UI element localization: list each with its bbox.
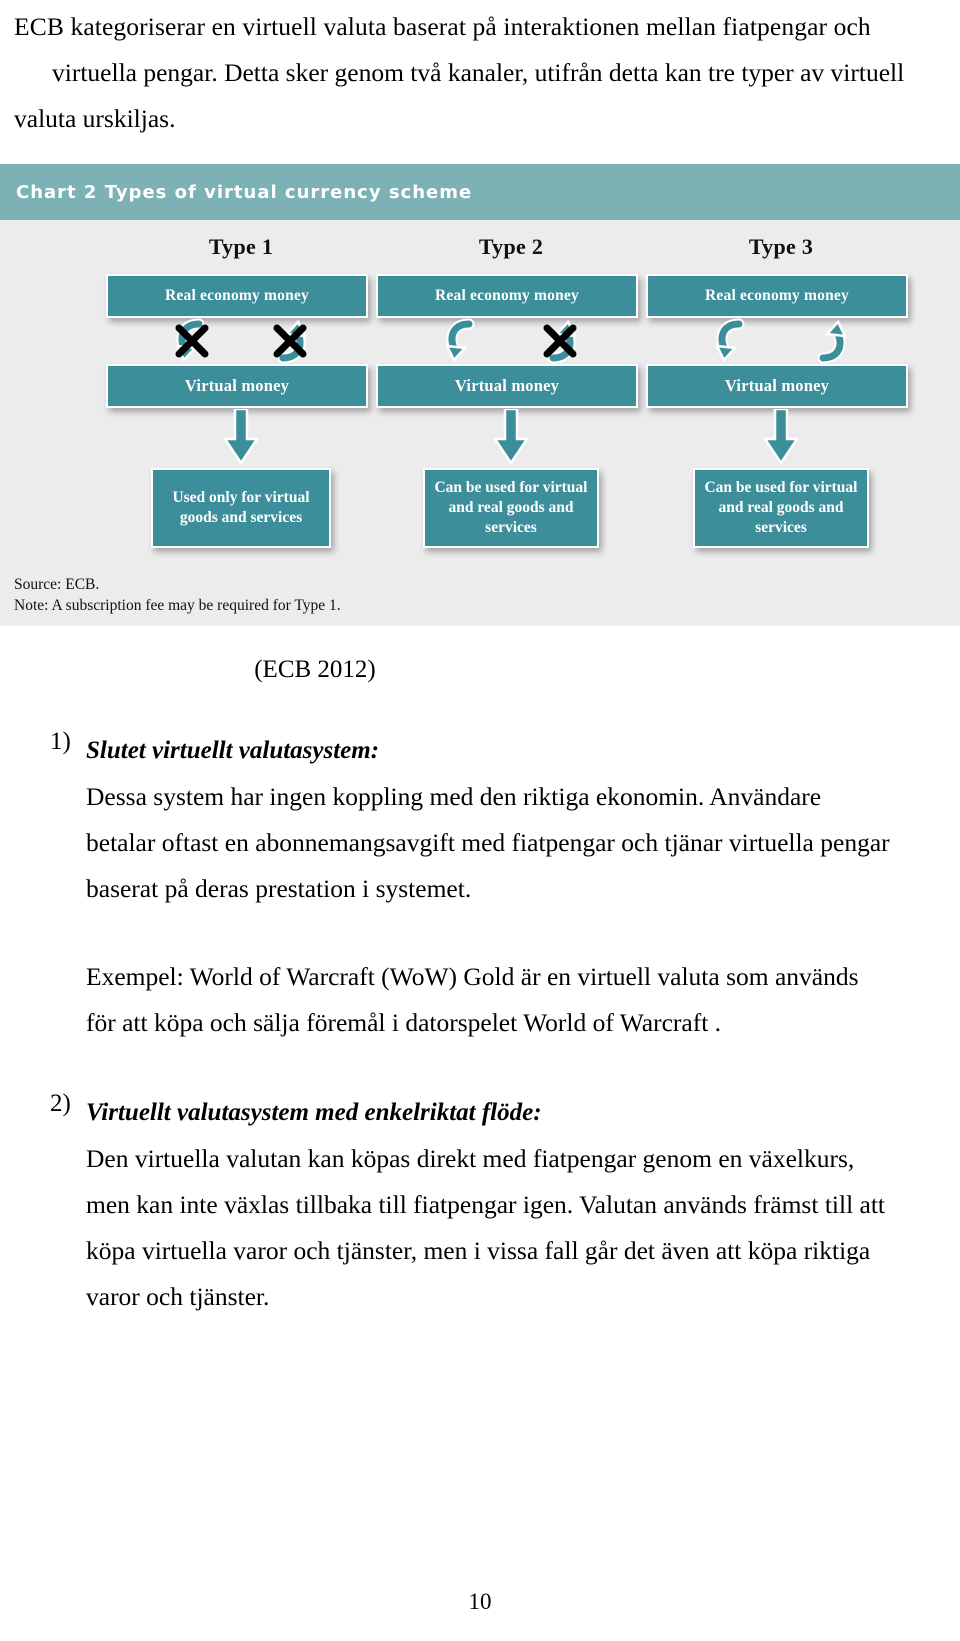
chart-body: Type 1 Real economy money Virtual money … (0, 220, 960, 566)
real-economy-money-box-1: Real economy money (106, 274, 368, 318)
curved-arrow-up-icon (807, 318, 853, 364)
intro-line-3: valuta urskiljas. (14, 104, 176, 133)
real-economy-money-box-2: Real economy money (376, 274, 638, 318)
section-2-paragraph-1: Den virtuella valutan kan köpas direkt m… (50, 1136, 942, 1320)
virtual-money-box-3: Virtual money (646, 364, 908, 408)
section-2-title: Virtuellt valutasystem med enkelriktat f… (86, 1099, 542, 1126)
curved-arrow-down-icon (709, 318, 755, 364)
section-2-p1-line-1: Den virtuella valutan kan köpas direkt m… (86, 1144, 855, 1173)
section-2-p1-line-2: men kan inte växlas tillbaka till fiatpe… (86, 1190, 886, 1219)
real-economy-money-box-3: Real economy money (646, 274, 908, 318)
type-label-3: Type 3 (748, 234, 814, 259)
curved-arrow-down-icon (439, 318, 485, 364)
intro-line-1: ECB kategoriserar en virtuell valuta bas… (14, 12, 871, 41)
virtual-money-box-2: Virtual money (376, 364, 638, 408)
curved-arrow-up-icon (537, 318, 583, 364)
down-arrow-1 (106, 408, 376, 468)
chart-notes: Source: ECB. Note: A subscription fee ma… (0, 566, 960, 626)
section-1-p1-line-1: Dessa system har ingen koppling med den … (86, 782, 822, 811)
section-1: 1) Slutet virtuellt valutasystem: Dessa … (0, 728, 960, 1046)
chart-header: Chart 2 Types of virtual currency scheme (0, 164, 960, 220)
section-2-p1-line-3: köpa virtuella varor och tjänster, men i… (86, 1236, 871, 1265)
down-arrow-2 (376, 408, 646, 468)
citation: (ECB 2012) (254, 656, 376, 683)
type-label-2: Type 2 (478, 234, 544, 259)
arrow-row-3 (646, 318, 916, 364)
curved-arrow-up-icon (267, 318, 313, 364)
page-number: 10 (468, 1589, 492, 1614)
chart-columns: Type 1 Real economy money Virtual money … (0, 234, 960, 548)
section-1-paragraph-1: Dessa system har ingen koppling med den … (50, 774, 942, 912)
section-1-p1-line-2: betalar oftast en abonnemangsavgift med … (86, 828, 890, 857)
arrow-row-1 (106, 318, 376, 364)
chart-column-type-3: Type 3 Real economy money Virtual money … (646, 234, 916, 548)
chart-figure: Chart 2 Types of virtual currency scheme… (0, 164, 960, 626)
down-arrow-3 (646, 408, 916, 468)
section-1-p2-line-1: Exempel: World of Warcraft (WoW) Gold är… (86, 962, 859, 991)
section-1-marker: 1) (50, 728, 71, 755)
section-2-p1-line-4: varor och tjänster. (86, 1282, 270, 1311)
curved-arrow-down-icon (169, 318, 215, 364)
chart-note-line: Note: A subscription fee may be required… (14, 597, 341, 614)
arrow-row-2 (376, 318, 646, 364)
section-2-marker: 2) (50, 1090, 71, 1117)
type-label-1: Type 1 (208, 234, 274, 259)
chart-source-line: Source: ECB. (14, 576, 100, 593)
section-1-title: Slutet virtuellt valutasystem: (86, 737, 380, 764)
virtual-money-box-1: Virtual money (106, 364, 368, 408)
chart-column-type-1: Type 1 Real economy money Virtual money … (106, 234, 376, 548)
section-1-p2-line-2: för att köpa och sälja föremål i datorsp… (86, 1008, 722, 1037)
chart-column-type-2: Type 2 Real economy money Virtual money … (376, 234, 646, 548)
intro-line-2: virtuella pengar. Detta sker genom två k… (52, 58, 905, 87)
section-2: 2) Virtuellt valutasystem med enkelrikta… (0, 1090, 960, 1320)
usage-box-1: Used only for virtual goods and services (151, 468, 331, 548)
chart-header-title: Chart 2 Types of virtual currency scheme (16, 181, 473, 203)
intro-paragraph: ECB kategoriserar en virtuell valuta bas… (0, 0, 960, 142)
section-1-paragraph-2: Exempel: World of Warcraft (WoW) Gold är… (50, 954, 942, 1046)
usage-box-2: Can be used for virtual and real goods a… (423, 468, 599, 548)
usage-box-3: Can be used for virtual and real goods a… (693, 468, 869, 548)
section-1-p1-line-3: baserat på deras prestation i systemet. (86, 874, 472, 903)
